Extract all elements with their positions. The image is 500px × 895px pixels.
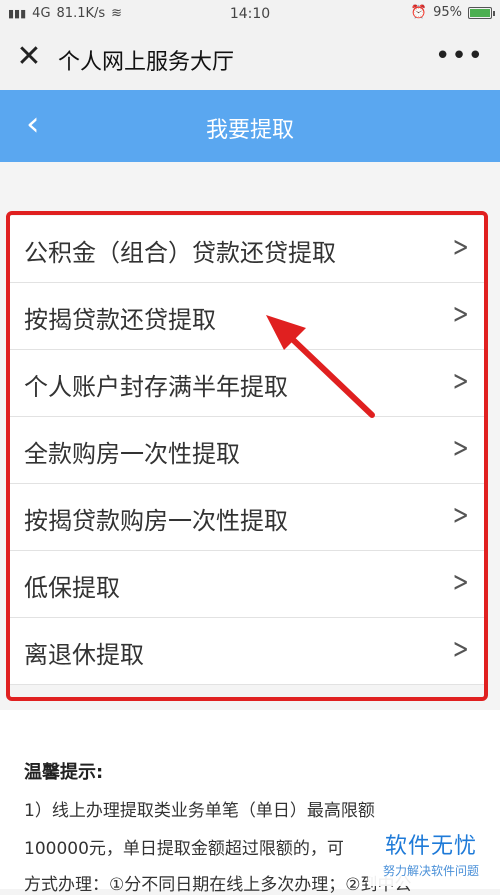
section-header: ‹ 我要提取 — [0, 90, 500, 162]
list-item-label: 全款购房一次性提取 — [24, 440, 240, 468]
list-item[interactable]: 低保提取 > — [10, 551, 488, 618]
close-icon[interactable]: ✕ — [14, 42, 44, 72]
tip-line: 100000元，单日提取金额超过限额的，可 — [24, 839, 344, 859]
tips-title: 温馨提示: — [24, 762, 104, 783]
battery-icon — [468, 6, 495, 19]
more-icon[interactable]: ••• — [435, 41, 484, 71]
chevron-right-icon: > — [452, 230, 469, 263]
chevron-right-icon: > — [452, 297, 469, 330]
list-item[interactable]: 个人账户封存满半年提取 > — [10, 350, 488, 417]
battery-percent: 95% — [433, 5, 462, 20]
chevron-right-icon: > — [452, 632, 469, 665]
status-right: ⏰ 95% — [410, 5, 495, 20]
watermark-logo: 软件无忧 努力解决软件问题 — [368, 824, 494, 886]
list-item-label: 个人账户封存满半年提取 — [24, 373, 288, 401]
list-item-label: 低保提取 — [24, 574, 120, 602]
list-item-label: 公积金（组合）贷款还贷提取 — [24, 239, 336, 267]
watermark-sub: 努力解决软件问题 — [382, 864, 479, 878]
page-title: 个人网上服务大厅 — [58, 50, 235, 75]
list-item-label: 离退休提取 — [24, 641, 144, 669]
list-item[interactable]: 公积金（组合）贷款还贷提取 > — [10, 216, 488, 283]
watermark-main: 软件无忧 — [384, 834, 477, 859]
chevron-right-icon: > — [452, 498, 469, 531]
app-title-bar: ✕ 个人网上服务大厅 ••• — [0, 28, 500, 91]
withdrawal-list: 公积金（组合）贷款还贷提取 > 按揭贷款还贷提取 > 个人账户封存满半年提取 >… — [10, 216, 488, 685]
status-bar: ▮▮▮ 4G 81.1K/s ≋ 14:10 ⏰ 95% — [0, 0, 500, 28]
list-item[interactable]: 按揭贷款购房一次性提取 > — [10, 484, 488, 551]
chevron-right-icon: > — [452, 364, 469, 397]
list-item[interactable]: 离退休提取 > — [10, 618, 488, 685]
tip-line: 方式办理：①分不同日期在线上多次办理；②到中公 — [24, 875, 412, 895]
list-item-label: 按揭贷款还贷提取 — [24, 306, 216, 334]
tip-line: 1）线上办理提取类业务单笔（单日）最高限额 — [24, 801, 375, 821]
list-item[interactable]: 按揭贷款还贷提取 > — [10, 283, 488, 350]
list-item[interactable]: 全款购房一次性提取 > — [10, 417, 488, 484]
header-title: 我要提取 — [205, 118, 294, 143]
chevron-right-icon: > — [452, 431, 469, 464]
alarm-icon: ⏰ — [410, 5, 428, 20]
chevron-right-icon: > — [452, 565, 469, 598]
list-item-label: 按揭贷款购房一次性提取 — [24, 507, 288, 535]
